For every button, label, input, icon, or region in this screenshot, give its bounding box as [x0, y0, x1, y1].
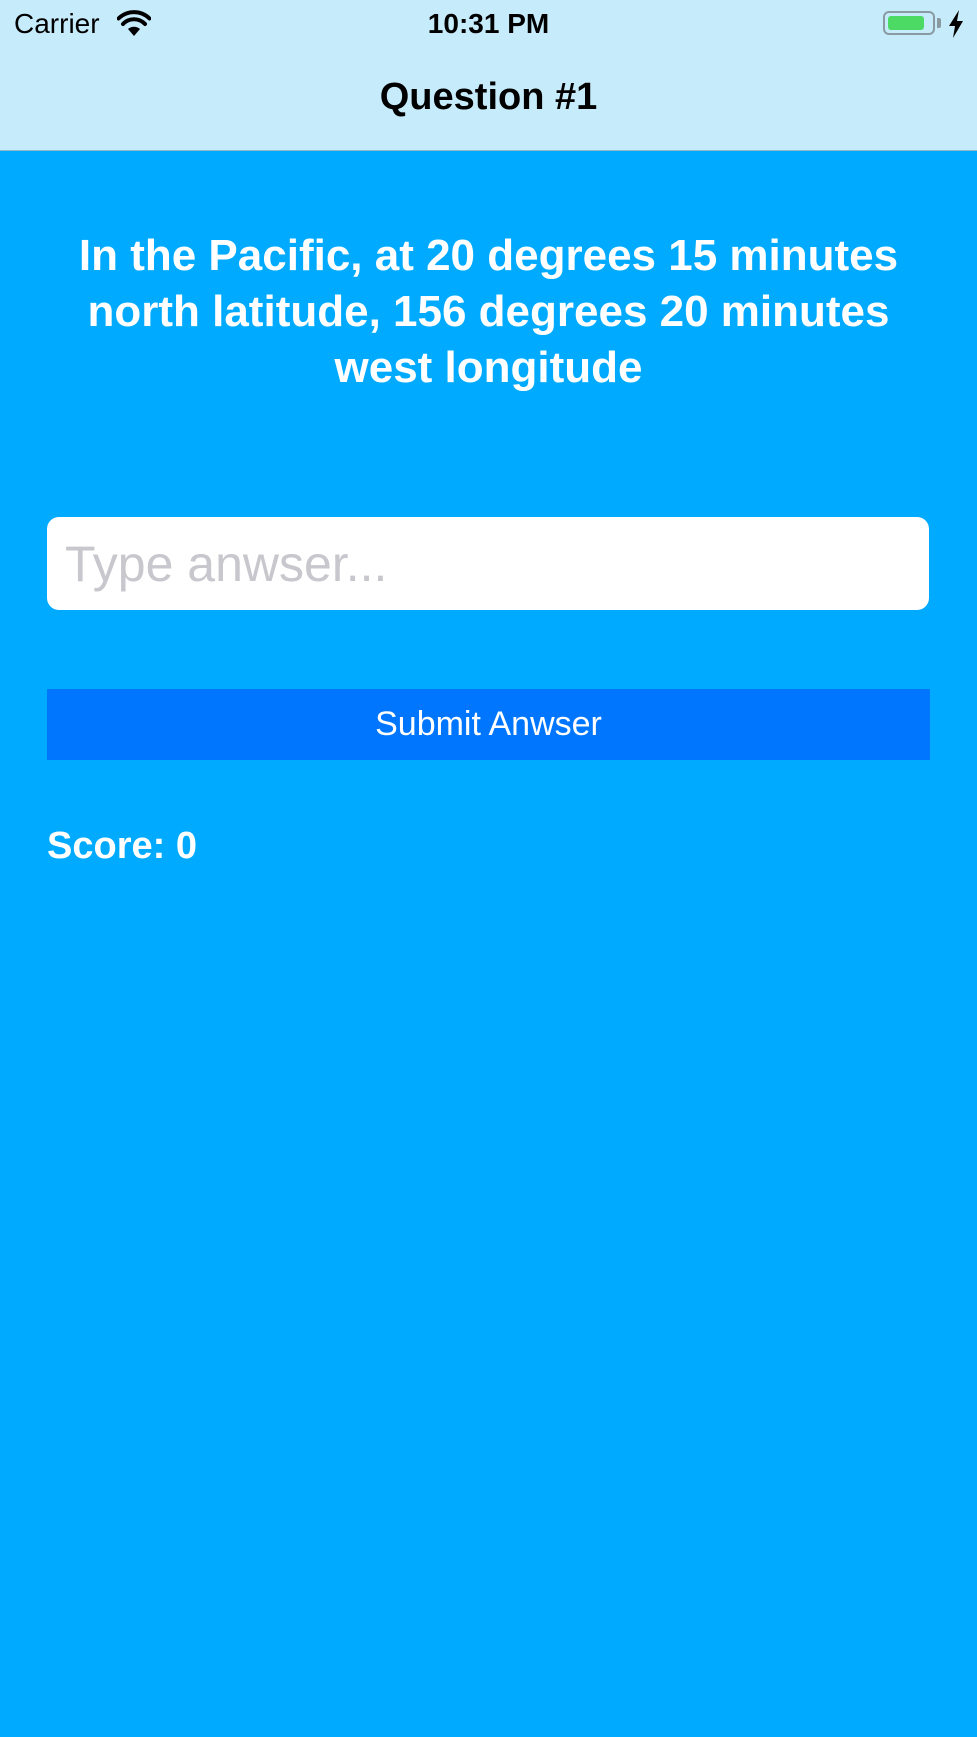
- clock: 10:31 PM: [427, 8, 550, 39]
- navigation-bar: Question #1: [0, 48, 977, 151]
- page-title: Question #1: [379, 76, 598, 118]
- battery-icon: [883, 11, 935, 35]
- status-bar: Carrier 10:31 PM: [0, 0, 977, 48]
- battery-level: [888, 16, 924, 30]
- question-text: In the Pacific, at 20 degrees 15 minutes…: [78, 231, 899, 392]
- answer-input[interactable]: [47, 517, 929, 610]
- battery-cap: [937, 18, 941, 28]
- submit-answer-button[interactable]: Submit Anwser: [47, 689, 930, 760]
- score-label: Score: 0: [47, 825, 197, 867]
- charging-bolt-icon: [949, 10, 963, 38]
